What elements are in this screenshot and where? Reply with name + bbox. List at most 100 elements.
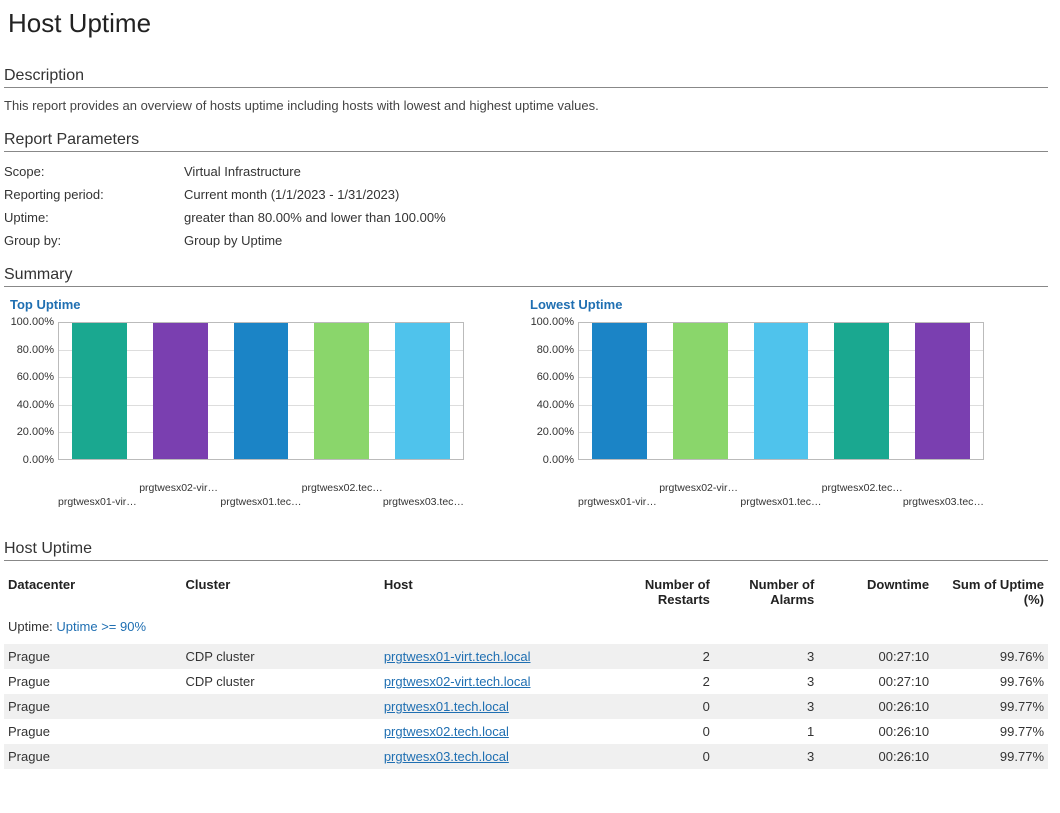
- y-tick-label: 0.00%: [4, 454, 54, 466]
- x-tick-label: [578, 482, 659, 494]
- cell-restarts: 0: [610, 719, 714, 744]
- cell-downtime: 00:26:10: [818, 719, 933, 744]
- chart-bar: [314, 323, 369, 459]
- uptime-group-link[interactable]: Uptime >= 90%: [56, 619, 146, 634]
- y-tick-label: 0.00%: [524, 454, 574, 466]
- cell-cluster: [181, 694, 379, 719]
- host-link[interactable]: prgtwesx03.tech.local: [384, 749, 509, 764]
- section-summary-header: Summary: [4, 266, 1048, 287]
- x-tick-label: [822, 496, 903, 508]
- host-link[interactable]: prgtwesx02.tech.local: [384, 724, 509, 739]
- chart-bar: [834, 323, 889, 459]
- param-period-value: Current month (1/1/2023 - 1/31/2023): [184, 187, 1048, 202]
- cell-host: prgtwesx02-virt.tech.local: [380, 669, 610, 694]
- cell-restarts: 0: [610, 744, 714, 769]
- cell-datacenter: Prague: [4, 719, 181, 744]
- x-tick-label: prgtwesx02.tech.local: [302, 482, 383, 494]
- host-link[interactable]: prgtwesx01.tech.local: [384, 699, 509, 714]
- section-hostuptime-header: Host Uptime: [4, 540, 1048, 561]
- y-tick-label: 20.00%: [4, 426, 54, 438]
- y-tick-label: 80.00%: [4, 344, 54, 356]
- cell-downtime: 00:26:10: [818, 694, 933, 719]
- y-tick-label: 40.00%: [524, 399, 574, 411]
- cell-downtime: 00:27:10: [818, 644, 933, 669]
- chart-bar: [673, 323, 728, 459]
- col-downtime: Downtime: [818, 571, 933, 613]
- y-tick-label: 60.00%: [4, 371, 54, 383]
- x-tick-label: prgtwesx01.tech.local: [220, 496, 301, 508]
- chart-top-uptime: Top Uptime0.00%20.00%40.00%60.00%80.00%1…: [4, 297, 464, 512]
- y-tick-label: 100.00%: [4, 316, 54, 328]
- chart-bar: [72, 323, 127, 459]
- param-uptime-value: greater than 80.00% and lower than 100.0…: [184, 210, 1048, 225]
- col-alarms: Number of Alarms: [714, 571, 818, 613]
- param-group-label: Group by:: [4, 233, 184, 248]
- uptime-group-row: Uptime: Uptime >= 90%: [4, 613, 1048, 640]
- cell-alarms: 3: [714, 694, 818, 719]
- cell-cluster: CDP cluster: [181, 669, 379, 694]
- x-tick-label: [220, 482, 301, 494]
- section-description-header: Description: [4, 67, 1048, 88]
- x-tick-label: prgtwesx02-virt.tech.l...: [139, 482, 220, 494]
- page-title: Host Uptime: [8, 8, 1048, 39]
- col-cluster: Cluster: [181, 571, 379, 613]
- chart-lowest-uptime: Lowest Uptime0.00%20.00%40.00%60.00%80.0…: [524, 297, 984, 512]
- cell-cluster: [181, 744, 379, 769]
- cell-cluster: CDP cluster: [181, 644, 379, 669]
- chart-bar: [915, 323, 970, 459]
- cell-downtime: 00:27:10: [818, 669, 933, 694]
- cell-restarts: 0: [610, 694, 714, 719]
- x-tick-label: prgtwesx03.tech.local: [383, 496, 464, 508]
- cell-sum: 99.76%: [933, 669, 1048, 694]
- cell-host: prgtwesx01-virt.tech.local: [380, 644, 610, 669]
- x-tick-label: prgtwesx02.tech.local: [822, 482, 903, 494]
- chart-bar: [395, 323, 450, 459]
- col-restarts: Number of Restarts: [610, 571, 714, 613]
- param-scope-value: Virtual Infrastructure: [184, 164, 1048, 179]
- col-datacenter: Datacenter: [4, 571, 181, 613]
- x-tick-label: prgtwesx01-virt.tech.l...: [58, 496, 139, 508]
- host-link[interactable]: prgtwesx01-virt.tech.local: [384, 649, 531, 664]
- cell-datacenter: Prague: [4, 694, 181, 719]
- chart-bar: [234, 323, 289, 459]
- cell-sum: 99.77%: [933, 694, 1048, 719]
- x-tick-label: [139, 496, 220, 508]
- x-tick-label: prgtwesx01-virt.tech.l...: [578, 496, 659, 508]
- x-tick-label: [740, 482, 821, 494]
- cell-alarms: 3: [714, 744, 818, 769]
- col-sum: Sum of Uptime (%): [933, 571, 1048, 613]
- section-params-header: Report Parameters: [4, 131, 1048, 152]
- chart-bar: [754, 323, 809, 459]
- cell-sum: 99.77%: [933, 719, 1048, 744]
- cell-cluster: [181, 719, 379, 744]
- cell-sum: 99.77%: [933, 744, 1048, 769]
- host-uptime-table-body: PragueCDP clusterprgtwesx01-virt.tech.lo…: [4, 644, 1048, 769]
- cell-sum: 99.76%: [933, 644, 1048, 669]
- chart-bar: [592, 323, 647, 459]
- param-group-value: Group by Uptime: [184, 233, 1048, 248]
- x-tick-label: [58, 482, 139, 494]
- chart-bar: [153, 323, 208, 459]
- table-row: Prague prgtwesx03.tech.local 0300:26:1099.…: [4, 744, 1048, 769]
- host-uptime-table: Datacenter Cluster Host Number of Restar…: [4, 571, 1048, 613]
- y-tick-label: 100.00%: [524, 316, 574, 328]
- cell-downtime: 00:26:10: [818, 744, 933, 769]
- x-tick-label: [383, 482, 464, 494]
- cell-datacenter: Prague: [4, 669, 181, 694]
- cell-host: prgtwesx03.tech.local: [380, 744, 610, 769]
- cell-alarms: 3: [714, 669, 818, 694]
- x-tick-label: prgtwesx02-virt.tech.l...: [659, 482, 740, 494]
- x-tick-label: prgtwesx03.tech.local: [903, 496, 984, 508]
- cell-alarms: 3: [714, 644, 818, 669]
- table-row: Prague prgtwesx01.tech.local 0300:26:1099.…: [4, 694, 1048, 719]
- y-tick-label: 60.00%: [524, 371, 574, 383]
- y-tick-label: 20.00%: [524, 426, 574, 438]
- host-link[interactable]: prgtwesx02-virt.tech.local: [384, 674, 531, 689]
- x-tick-label: [302, 496, 383, 508]
- cell-alarms: 1: [714, 719, 818, 744]
- chart-title: Top Uptime: [10, 297, 464, 312]
- cell-datacenter: Prague: [4, 744, 181, 769]
- cell-host: prgtwesx02.tech.local: [380, 719, 610, 744]
- cell-restarts: 2: [610, 644, 714, 669]
- cell-host: prgtwesx01.tech.local: [380, 694, 610, 719]
